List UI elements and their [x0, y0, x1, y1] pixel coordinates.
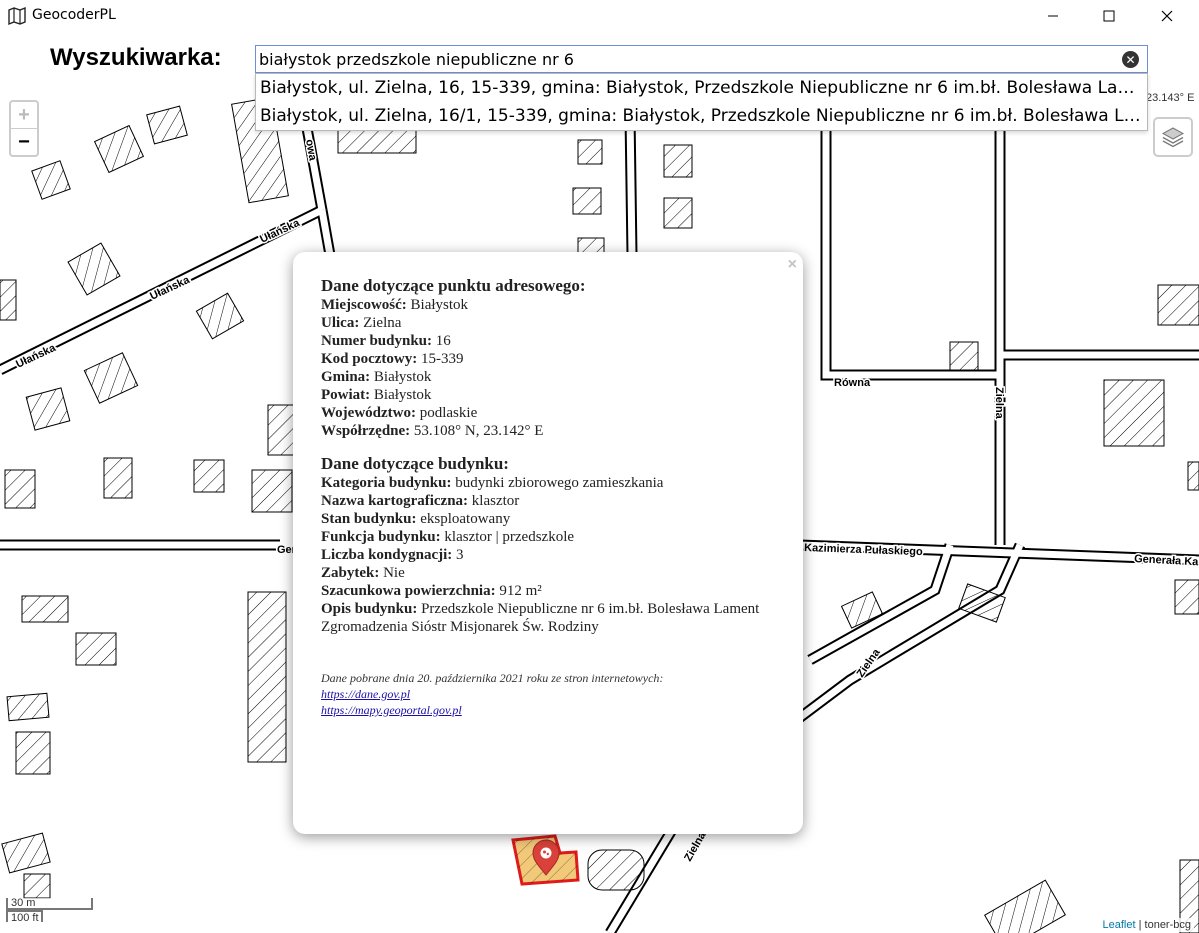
coordinates-readout: 23.143° E [1146, 92, 1195, 104]
source-text: Dane pobrane dnia 20. października 2021 … [321, 671, 664, 685]
detail-row: Powiat: Białystok [321, 387, 432, 403]
scale-metric: 30 m [6, 898, 93, 910]
detail-row: Miejscowość: Białystok [321, 297, 469, 313]
map-attribution: Leaflet | toner-bcg [1099, 918, 1194, 932]
search-input[interactable] [259, 48, 1119, 70]
detail-row: Opis budynku: Przedszkole Niepubliczne n… [321, 601, 760, 635]
source-link-dane[interactable]: https://dane.gov.pl [321, 686, 775, 702]
detail-row: Gmina: Białystok [321, 369, 432, 385]
search-label: Wyszukiwarka: [50, 44, 222, 71]
suggestion-list: Białystok, ul. Zielna, 16, 15-339, gmina… [255, 73, 1148, 131]
building-details: Kategoria budynku: budynki zbiorowego za… [321, 474, 775, 636]
street-label: Równa [834, 377, 871, 389]
scale-bar: 30 m 100 ft [6, 898, 93, 924]
street-label: owa [303, 138, 319, 162]
minimize-button[interactable] [1030, 0, 1076, 32]
layers-button[interactable] [1153, 117, 1193, 157]
detail-row: Kategoria budynku: budynki zbiorowego za… [321, 475, 664, 491]
scale-imperial: 100 ft [6, 910, 43, 924]
detail-row: Funkcja budynku: klasztor | przedszkole [321, 529, 575, 545]
detail-row: Stan budynku: eksploatowany [321, 511, 511, 527]
street-label: Ułańska [148, 274, 192, 303]
detail-row: Województwo: podlaskie [321, 405, 478, 421]
street-label: Zielna [682, 829, 709, 863]
zoom-control: + − [9, 100, 39, 157]
zoom-in-button[interactable]: + [11, 102, 37, 129]
maximize-button[interactable] [1086, 0, 1132, 32]
detail-row: Ulica: Zielna [321, 315, 402, 331]
detail-row: Nazwa kartograficzna: klasztor [321, 493, 520, 509]
clear-search-icon[interactable]: ✕ [1122, 51, 1139, 68]
source-note: Dane pobrane dnia 20. października 2021 … [321, 670, 775, 718]
detail-row: Liczba kondygnacji: 3 [321, 547, 464, 563]
address-heading: Dane dotyczące punktu adresowego: [321, 276, 586, 295]
close-button[interactable] [1144, 0, 1190, 32]
detail-row: Numer budynku: 16 [321, 333, 451, 349]
app-title: GeocoderPL [32, 7, 116, 23]
source-link-geoportal[interactable]: https://mapy.geoportal.gov.pl [321, 702, 775, 718]
popup-close-button[interactable]: × [788, 256, 797, 274]
zoom-out-button[interactable]: − [11, 129, 37, 155]
title-bar: GeocoderPL [0, 0, 1199, 32]
building-heading: Dane dotyczące budynku: [321, 454, 509, 473]
street-label: Zielna [993, 387, 1005, 420]
suggestion-item[interactable]: Białystok, ul. Zielna, 16/1, 15-339, gmi… [256, 102, 1147, 130]
suggestion-item[interactable]: Białystok, ul. Zielna, 16, 15-339, gmina… [256, 74, 1147, 102]
info-popup: × Dane dotyczące punktu adresowego: Miej… [293, 252, 803, 834]
leaflet-link[interactable]: Leaflet [1103, 919, 1136, 931]
detail-row: Zabytek: Nie [321, 565, 405, 581]
layers-icon [1161, 127, 1185, 148]
detail-row: Kod pocztowy: 15-339 [321, 351, 464, 367]
detail-row: Współrzędne: 53.108° N, 23.142° E [321, 423, 544, 439]
street-label: Ułańska [258, 217, 302, 246]
attribution-text: | toner-bcg [1138, 919, 1191, 931]
detail-row: Szacunkowa powierzchnia: 912 m² [321, 583, 542, 599]
address-details: Miejscowość: Białystok Ulica: Zielna Num… [321, 296, 775, 440]
street-label: Generała Ka [1134, 553, 1199, 568]
map-icon [8, 6, 26, 26]
search-box[interactable]: ✕ [255, 45, 1148, 73]
